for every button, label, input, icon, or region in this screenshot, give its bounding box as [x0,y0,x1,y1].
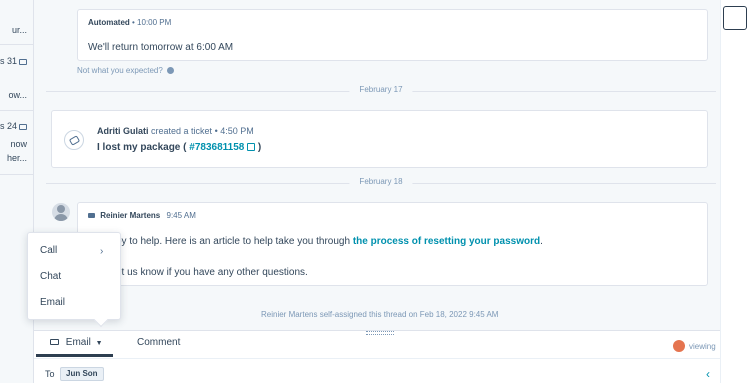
menu-item-email[interactable]: Email [40,297,65,308]
ticket-icon [64,130,84,150]
tab-comment[interactable]: Comment [137,337,180,348]
divider [0,174,33,175]
divider [0,110,33,111]
message-time: • 10:00 PM [132,18,172,27]
reply-line-1: py to help. Here is an article to help t… [116,236,543,247]
automated-message-card: Automated • 10:00 PM We'll return tomorr… [77,9,708,61]
recipient-chip[interactable]: Jun Son [60,367,104,381]
conversation-item-2[interactable]: s 31 [0,56,27,66]
resize-handle[interactable] [366,331,394,335]
conversation-preview: now [10,139,27,149]
reply-author: Reinier Martens [100,211,161,220]
date-separator: February 18 [46,177,716,189]
message-body: We'll return tomorrow at 6:00 AM [88,42,234,53]
conversation-preview: her... [6,153,27,163]
conversation-preview: ow... [8,90,27,100]
viewer-avatar [673,340,685,352]
email-icon [19,58,27,65]
email-icon [50,339,59,346]
chevron-left-icon[interactable]: ‹ [706,367,710,381]
channel-menu: Call › Chat Email [27,232,121,328]
divider [0,44,33,45]
agent-reply-card: Reinier Martens 9:45 AM py to help. Here… [77,202,708,286]
menu-item-call[interactable]: Call [40,245,57,256]
menu-item-chat[interactable]: Chat [40,271,61,282]
message-author: Automated [88,18,130,27]
chat-icon [88,213,95,219]
to-label: To [45,369,55,379]
agent-avatar [52,203,70,221]
assignment-note: Reinier Martens self-assigned this threa… [261,310,499,319]
ticket-title: I lost my package ( #783681158 ) [97,142,262,153]
chevron-down-icon: ▼ [95,340,103,347]
recipient-row: To ‹ [34,358,720,383]
conversation-item-1[interactable]: ur... [12,25,27,35]
article-link[interactable]: the process of resetting your password [353,236,540,247]
sidebar-toggle-button[interactable] [723,6,747,30]
right-sidebar [720,0,750,383]
ticket-link[interactable]: #783681158 [189,142,244,153]
ticket-created-card: Adriti Gulati created a ticket • 4:50 PM… [51,110,708,168]
not-expected-link[interactable]: Not what you expected? [77,66,175,75]
conversation-list: ur... s 31 ow... s 24 now her... [0,0,34,383]
tab-email[interactable]: Email ▼ [50,337,103,348]
active-tab-indicator [36,354,113,357]
info-icon [167,67,175,75]
date-separator: February 17 [46,85,716,97]
external-link-icon[interactable] [247,143,256,152]
reply-time: 9:45 AM [166,211,196,220]
conversation-item-3[interactable]: s 24 [0,121,27,131]
reply-line-2: et us know if you have any other questio… [116,267,308,278]
ticket-author: Adriti Gulati [97,126,149,136]
chat-icon [19,123,27,130]
chevron-right-icon: › [100,246,104,257]
viewing-indicator: viewing [689,342,716,351]
